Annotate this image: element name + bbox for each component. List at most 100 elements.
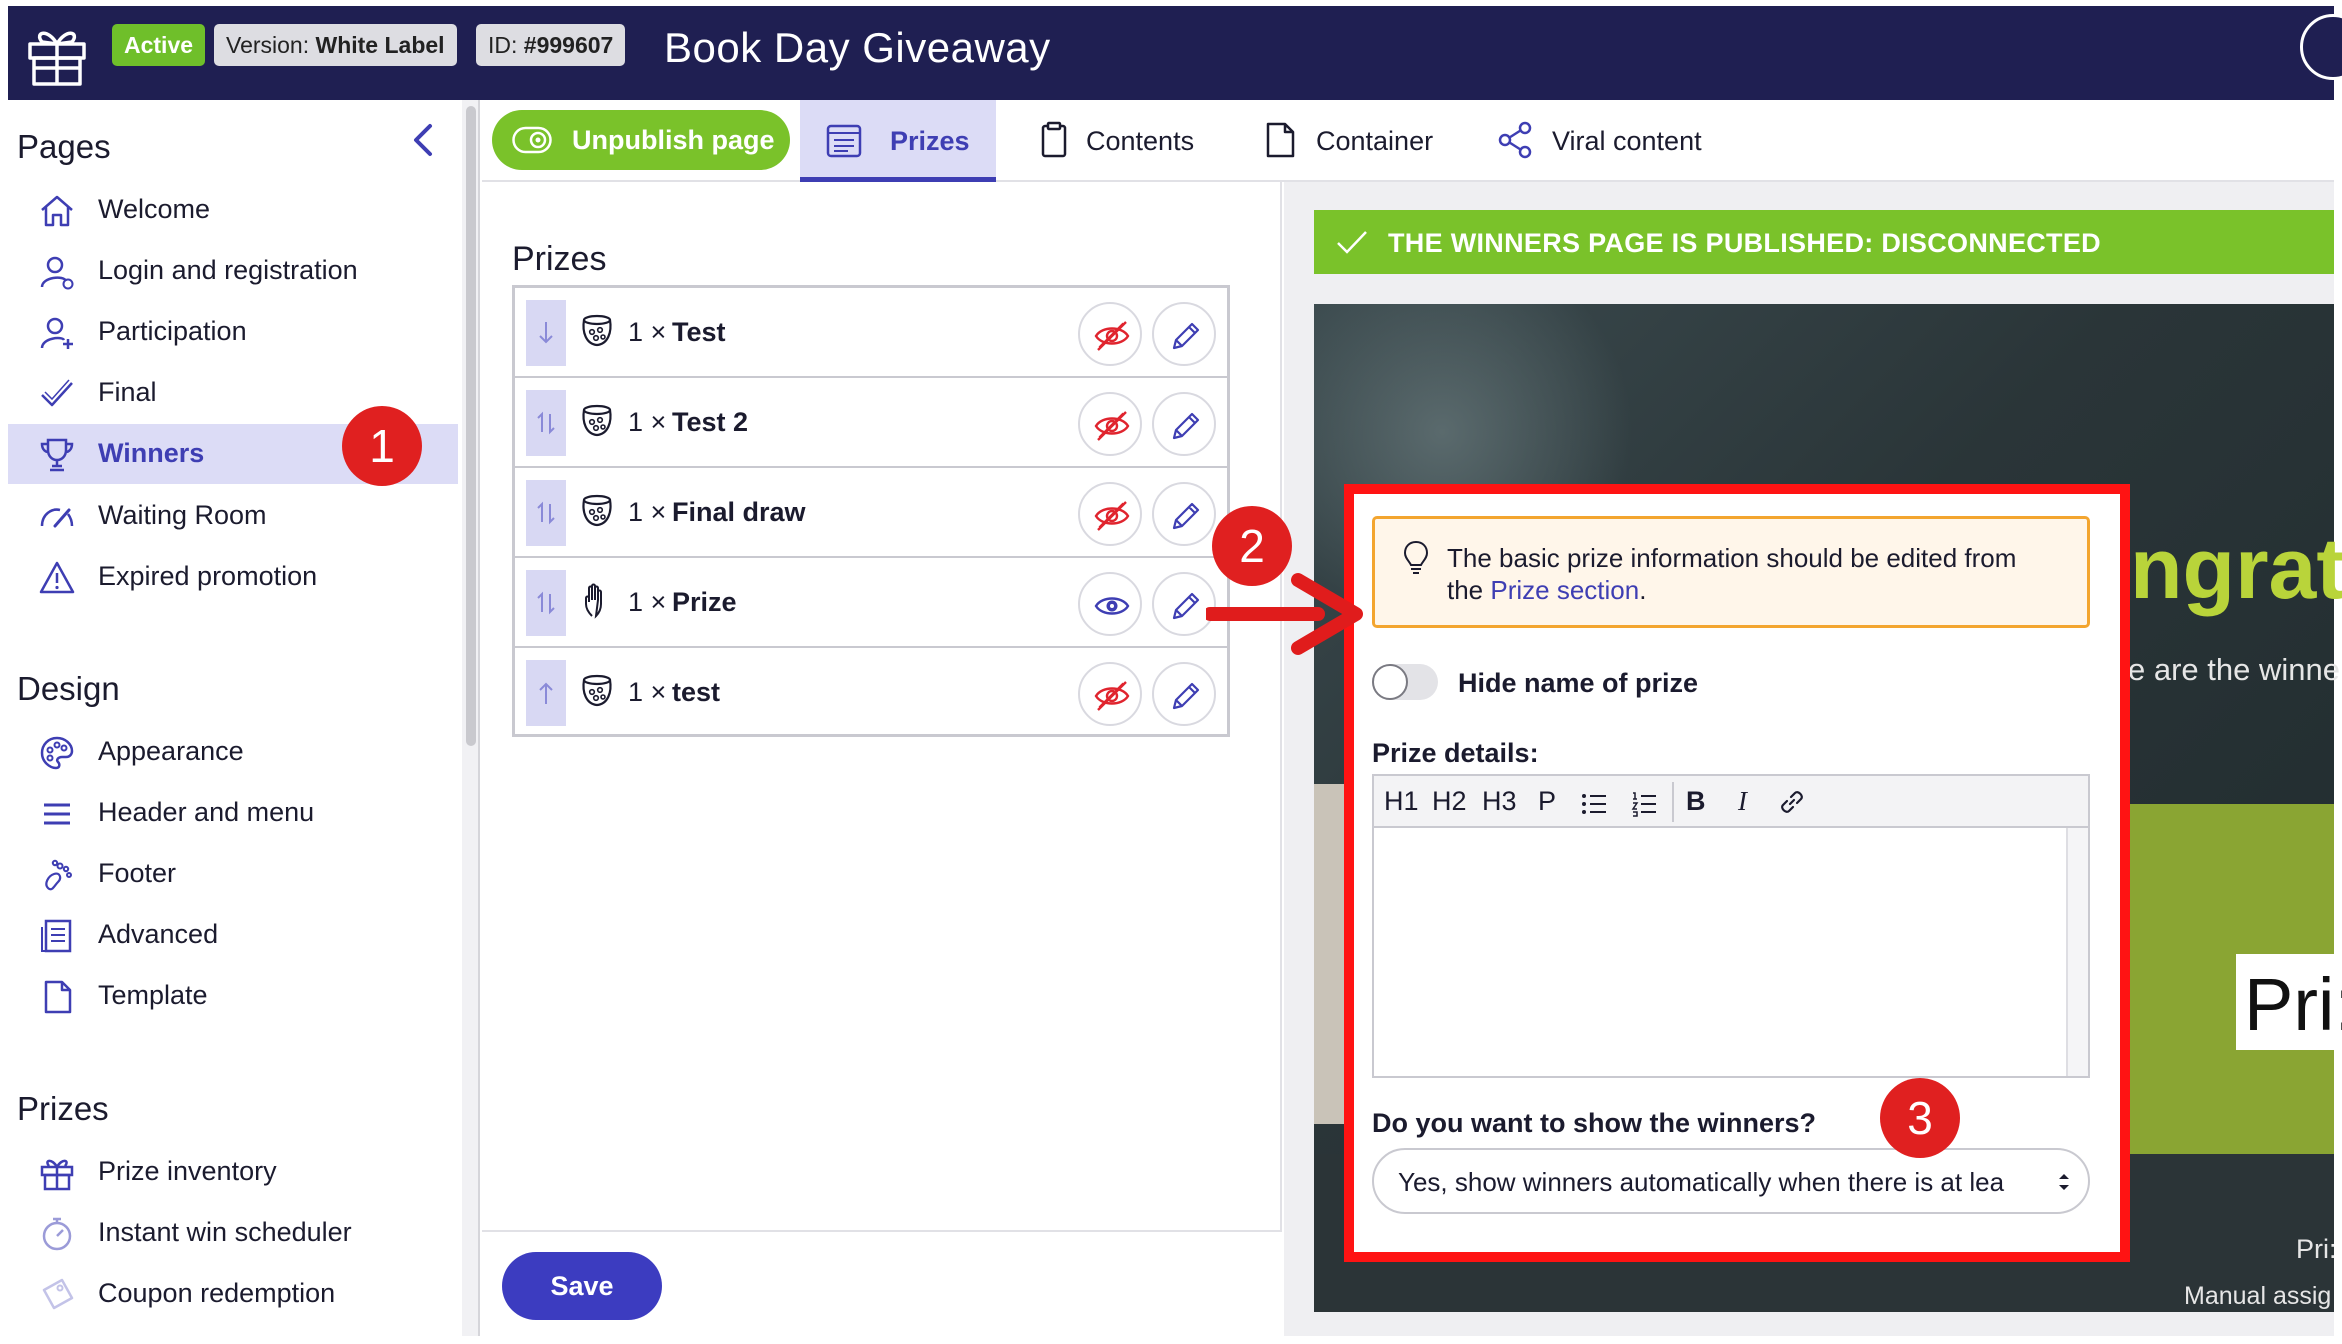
- arrow-down-icon: [539, 322, 553, 344]
- drag-handle[interactable]: [526, 570, 566, 636]
- sidebar-item-expired[interactable]: Expired promotion: [8, 547, 458, 607]
- toggle-visibility-button[interactable]: [1078, 392, 1142, 456]
- numbered-list-icon[interactable]: [1630, 788, 1658, 820]
- prize-name: test: [672, 677, 721, 707]
- share-icon: [1498, 121, 1532, 159]
- pencil-icon: [1172, 502, 1200, 530]
- info-notice: The basic prize information should be ed…: [1372, 516, 2090, 628]
- top-bar: Active Version: White Label ID: #999607 …: [8, 6, 2334, 100]
- toggle-visibility-button[interactable]: [1078, 572, 1142, 636]
- prize-section-link[interactable]: Prize section: [1490, 575, 1639, 605]
- prizes-heading: Prizes: [512, 240, 607, 278]
- drag-handle[interactable]: [526, 390, 566, 456]
- toggle-icon: [512, 126, 552, 154]
- drag-handle[interactable]: [526, 660, 566, 726]
- callout-badge-1: 1: [342, 406, 422, 486]
- edit-prize-button[interactable]: [1152, 392, 1216, 456]
- warning-icon: [39, 561, 75, 594]
- bullet-list-icon[interactable]: [1580, 788, 1608, 820]
- bold-button[interactable]: B: [1686, 786, 1706, 818]
- preview-prize-label: Pri:: [2296, 1234, 2337, 1264]
- drag-handle[interactable]: [526, 300, 566, 366]
- prize-details-editor[interactable]: H1 H2 H3 P B I: [1372, 774, 2090, 1078]
- editor-scrollbar[interactable]: [2066, 828, 2088, 1076]
- document-list-icon: [41, 919, 72, 953]
- status-badge: Active: [112, 24, 206, 66]
- file-icon: [1266, 122, 1295, 158]
- published-status-banner: THE WINNERS PAGE IS PUBLISHED: DISCONNEC…: [1314, 210, 2334, 274]
- arrow-updown-icon: [537, 591, 555, 615]
- link-icon[interactable]: [1776, 786, 1808, 818]
- sidebar-item-appearance[interactable]: Appearance: [8, 722, 458, 782]
- edit-prize-button[interactable]: [1152, 482, 1216, 546]
- cauldron-icon: [582, 314, 612, 347]
- toggle-visibility-button[interactable]: [1078, 482, 1142, 546]
- prize-name: Prize: [672, 587, 737, 617]
- cauldron-icon: [582, 404, 612, 437]
- prize-name: Test 2: [672, 407, 749, 437]
- design-section-title: Design: [17, 670, 120, 707]
- sidebar-item-waiting-room[interactable]: Waiting Room: [8, 486, 458, 546]
- trophy-icon: [40, 438, 74, 472]
- checkmark-icon: [41, 379, 73, 407]
- preview-prize-card: Pri:: [2236, 954, 2342, 1050]
- tab-prizes[interactable]: Prizes: [800, 100, 996, 182]
- user-add-icon: [40, 317, 73, 349]
- sidebar-item-welcome[interactable]: Welcome: [8, 180, 458, 240]
- list-icon: [826, 124, 862, 158]
- palette-icon: [40, 736, 74, 770]
- gift-logo-icon: [28, 31, 86, 86]
- drag-handle[interactable]: [526, 480, 566, 546]
- page-title: Book Day Giveaway: [664, 24, 1051, 71]
- sidebar-item-login[interactable]: Login and registration: [8, 241, 458, 301]
- toggle-visibility-button[interactable]: [1078, 302, 1142, 366]
- eye-hidden-icon: [1094, 411, 1130, 441]
- pencil-icon: [1172, 682, 1200, 710]
- sidebar-item-template[interactable]: Template: [8, 966, 458, 1026]
- id-badge: ID: #999607: [476, 24, 626, 66]
- unpublish-button[interactable]: Unpublish page: [492, 110, 790, 170]
- tab-viral-content[interactable]: Viral content: [1472, 100, 1742, 182]
- hide-prize-name-toggle[interactable]: [1372, 664, 1438, 700]
- toggle-visibility-button[interactable]: [1078, 662, 1142, 726]
- speedometer-icon: [40, 508, 74, 528]
- prize-row: 1 × test: [512, 648, 1230, 738]
- save-button[interactable]: Save: [502, 1252, 662, 1320]
- callout-badge-3: 3: [1880, 1078, 1960, 1158]
- clipboard-icon: [1041, 121, 1067, 158]
- prize-name: Final draw: [672, 497, 806, 527]
- sidebar-item-advanced[interactable]: Advanced: [8, 905, 458, 965]
- sidebar-item-instant-win[interactable]: Instant win scheduler: [8, 1203, 458, 1263]
- sidebar-item-header-menu[interactable]: Header and menu: [8, 783, 458, 843]
- eye-hidden-icon: [1094, 501, 1130, 531]
- sidebar-item-participation[interactable]: Participation: [8, 302, 458, 362]
- edit-prize-button[interactable]: [1152, 662, 1216, 726]
- sidebar-item-prize-inventory[interactable]: Prize inventory: [8, 1142, 458, 1202]
- coupon-icon: [42, 1278, 74, 1310]
- footprint-icon: [45, 859, 72, 891]
- show-winners-label: Do you want to show the winners?: [1372, 1108, 1817, 1138]
- select-arrows-icon: [2059, 1174, 2069, 1190]
- tab-container[interactable]: Container: [1236, 100, 1466, 182]
- tab-contents[interactable]: Contents: [1010, 100, 1220, 182]
- edit-prize-button[interactable]: [1152, 302, 1216, 366]
- sidebar-scrollbar[interactable]: [462, 100, 480, 1336]
- arrow-up-icon: [539, 682, 553, 704]
- h2-button[interactable]: H2: [1432, 786, 1467, 818]
- show-winners-select[interactable]: Yes, show winners automatically when the…: [1372, 1148, 2090, 1214]
- h1-button[interactable]: H1: [1384, 786, 1419, 818]
- italic-button[interactable]: I: [1738, 786, 1747, 818]
- paragraph-button[interactable]: P: [1538, 786, 1556, 818]
- gift-icon: [40, 1159, 74, 1191]
- prize-row: 1 × Test: [512, 288, 1230, 378]
- check-icon: [1337, 231, 1367, 254]
- h3-button[interactable]: H3: [1482, 786, 1517, 818]
- prize-row: 1 × Prize: [512, 558, 1230, 648]
- prize-row: 1 × Final draw: [512, 468, 1230, 558]
- prize-details-label: Prize details:: [1372, 738, 1539, 768]
- eye-hidden-icon: [1094, 321, 1130, 351]
- collapse-sidebar-icon[interactable]: [404, 120, 444, 160]
- sidebar-item-coupon[interactable]: Coupon redemption: [8, 1264, 458, 1324]
- prizes-section-title: Prizes: [17, 1090, 109, 1127]
- sidebar-item-footer[interactable]: Footer: [8, 844, 458, 904]
